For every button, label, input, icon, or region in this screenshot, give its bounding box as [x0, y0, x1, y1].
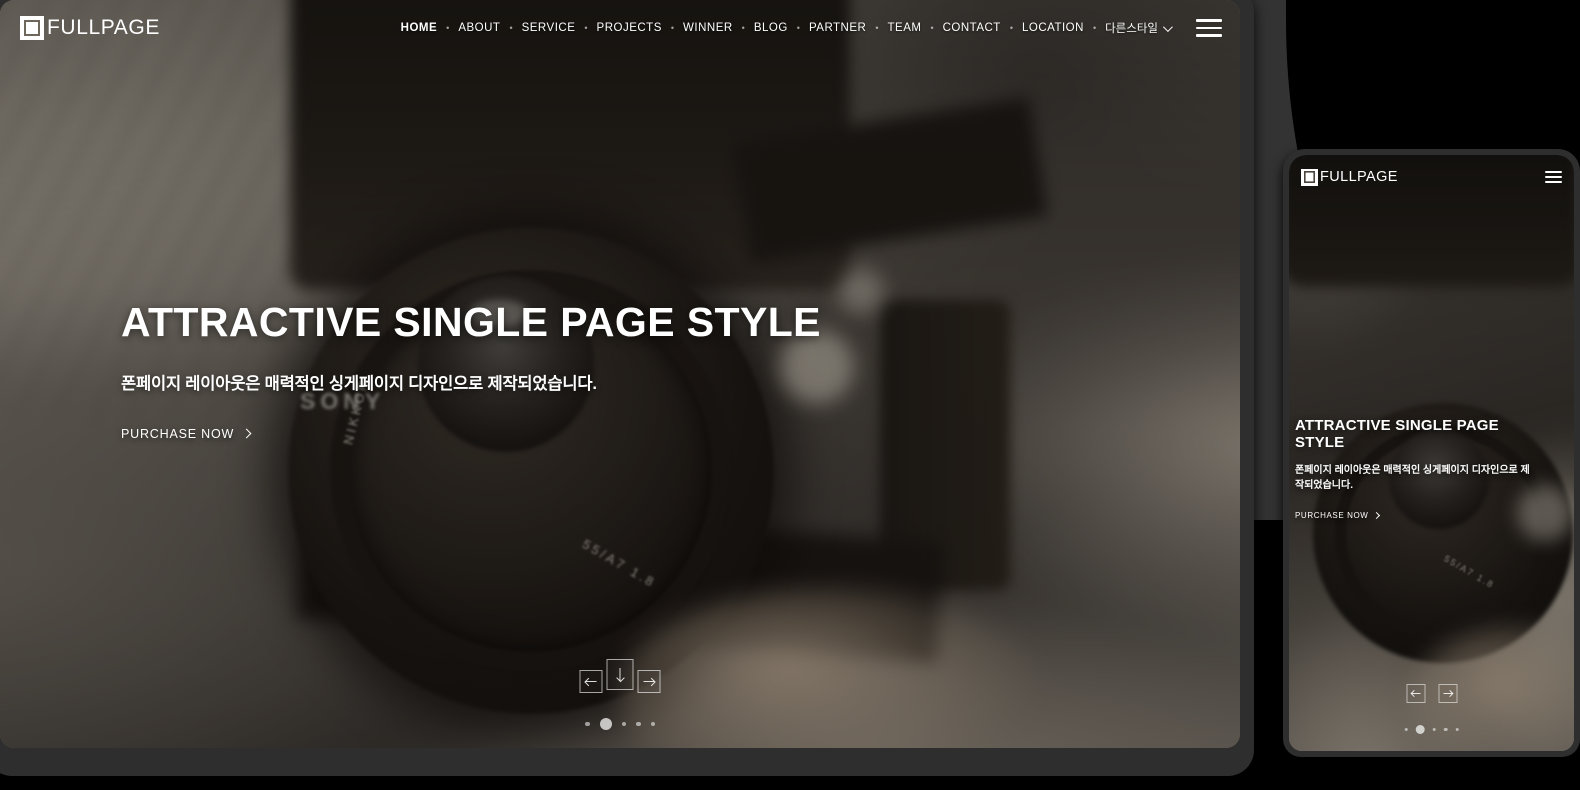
site-logo[interactable]: FULLPAGE — [20, 16, 160, 40]
mobile-slider-pagination — [1404, 725, 1459, 734]
pagination-dot[interactable] — [1404, 727, 1408, 732]
hero-title: ATTRACTIVE SINGLE PAGE STYLE — [121, 299, 821, 345]
scroll-down-button[interactable] — [606, 659, 634, 690]
pagination-dot[interactable] — [621, 721, 626, 727]
square-outline-icon — [1301, 168, 1318, 186]
desktop-viewport: NIKKOR 55/A7 1.8 SONY FULLPAGE HOME•ABOU… — [0, 0, 1240, 748]
hamburger-line — [1196, 26, 1222, 30]
nav-item-other-styles[interactable]: 다른스타일 — [1096, 20, 1174, 36]
mobile-site-logo[interactable]: FULLPAGE — [1301, 168, 1398, 186]
pagination-dot[interactable] — [585, 721, 590, 727]
nav-item-winner[interactable]: WINNER — [674, 22, 742, 34]
hamburger-icon[interactable] — [1196, 19, 1222, 37]
pagination-dot[interactable] — [636, 721, 641, 727]
mobile-hero-subtitle: 폰페이지 레이아웃은 매력적인 싱게페이지 디자인으로 제작되었습니다. — [1295, 465, 1530, 491]
desktop-device-frame: NIKKOR 55/A7 1.8 SONY FULLPAGE HOME•ABOU… — [0, 0, 1254, 776]
arrow-right-icon — [643, 680, 655, 683]
pagination-dot[interactable] — [1455, 727, 1459, 732]
mobile-slider-controls — [1406, 684, 1457, 703]
slider-pagination — [585, 718, 655, 730]
hero-subtitle: 폰페이지 레이아웃은 매력적인 싱게페이지 디자인으로 제작되었습니다. — [121, 374, 597, 393]
mobile-purchase-now-button[interactable]: PURCHASE NOW — [1295, 511, 1381, 520]
mobile-viewport: 55/A7 1.8 FULLPAGE ATTRACTIVE SINGLE PAG… — [1289, 155, 1574, 751]
hero-content: ATTRACTIVE SINGLE PAGE STYLE 폰페이지 레이아웃은 … — [121, 299, 821, 443]
chevron-down-icon — [1162, 21, 1173, 32]
hamburger-line — [1545, 180, 1562, 183]
pagination-dot[interactable] — [1432, 727, 1436, 732]
mobile-hamburger-icon[interactable] — [1545, 171, 1562, 183]
square-outline-icon — [20, 16, 44, 40]
mobile-slider-prev-button[interactable] — [1406, 684, 1425, 703]
nav-item-partner[interactable]: PARTNER — [800, 22, 875, 34]
arrow-right-icon — [1443, 692, 1452, 695]
desktop-navbar: FULLPAGE HOME • ABOUT • SERVICE • PROJECTS • WIN… — [0, 0, 1240, 56]
nav-item-home[interactable]: HOME — [392, 22, 447, 34]
site-logo-text: FULLPAGE — [47, 16, 160, 39]
nav-item-contact[interactable]: CONTACT — [934, 22, 1010, 34]
nav-item-team[interactable]: TEAM — [879, 22, 931, 34]
pagination-dot-active[interactable] — [599, 718, 612, 730]
primary-nav: HOME • ABOUT • SERVICE • PROJECTS • WINNER • BLOG •… — [392, 20, 1174, 36]
hamburger-line — [1196, 34, 1222, 37]
pagination-dot[interactable] — [1444, 727, 1448, 732]
nav-item-location[interactable]: LOCATION — [1013, 22, 1093, 34]
nav-item-about[interactable]: ABOUT — [449, 22, 509, 34]
arrow-down-icon — [619, 668, 621, 681]
nav-item-blog[interactable]: BLOG — [745, 22, 797, 34]
slider-controls — [579, 659, 661, 693]
mobile-purchase-now-label: PURCHASE NOW — [1295, 511, 1369, 520]
purchase-now-button[interactable]: PURCHASE NOW — [121, 426, 252, 441]
nav-item-projects[interactable]: PROJECTS — [588, 22, 671, 34]
slider-next-button[interactable] — [637, 670, 661, 693]
chevron-right-icon — [241, 428, 252, 439]
mobile-device-frame: 55/A7 1.8 FULLPAGE ATTRACTIVE SINGLE PAG… — [1283, 149, 1580, 757]
arrow-left-icon — [585, 680, 597, 683]
slider-prev-button[interactable] — [579, 670, 603, 693]
hamburger-line — [1545, 171, 1562, 174]
chevron-right-icon — [1373, 511, 1381, 520]
mobile-slider-next-button[interactable] — [1438, 684, 1457, 703]
pagination-dot[interactable] — [650, 721, 655, 727]
mobile-site-logo-text: FULLPAGE — [1320, 169, 1398, 185]
mobile-hero-title: ATTRACTIVE SINGLE PAGE STYLE — [1295, 417, 1499, 451]
arrow-left-icon — [1411, 692, 1420, 695]
nav-dropdown-label: 다른스타일 — [1105, 23, 1158, 35]
purchase-now-label: PURCHASE NOW — [121, 426, 235, 441]
mobile-hero-content: ATTRACTIVE SINGLE PAGE STYLE 폰페이지 레이아웃은 … — [1295, 417, 1535, 523]
preview-stage: NIKKOR 55/A7 1.8 SONY FULLPAGE HOME•ABOU… — [0, 0, 1580, 790]
hamburger-line — [1545, 176, 1562, 178]
nav-item-service[interactable]: SERVICE — [513, 22, 585, 34]
mobile-navbar: FULLPAGE — [1289, 155, 1574, 199]
pagination-dot-active[interactable] — [1415, 725, 1425, 734]
hamburger-line — [1196, 19, 1222, 22]
